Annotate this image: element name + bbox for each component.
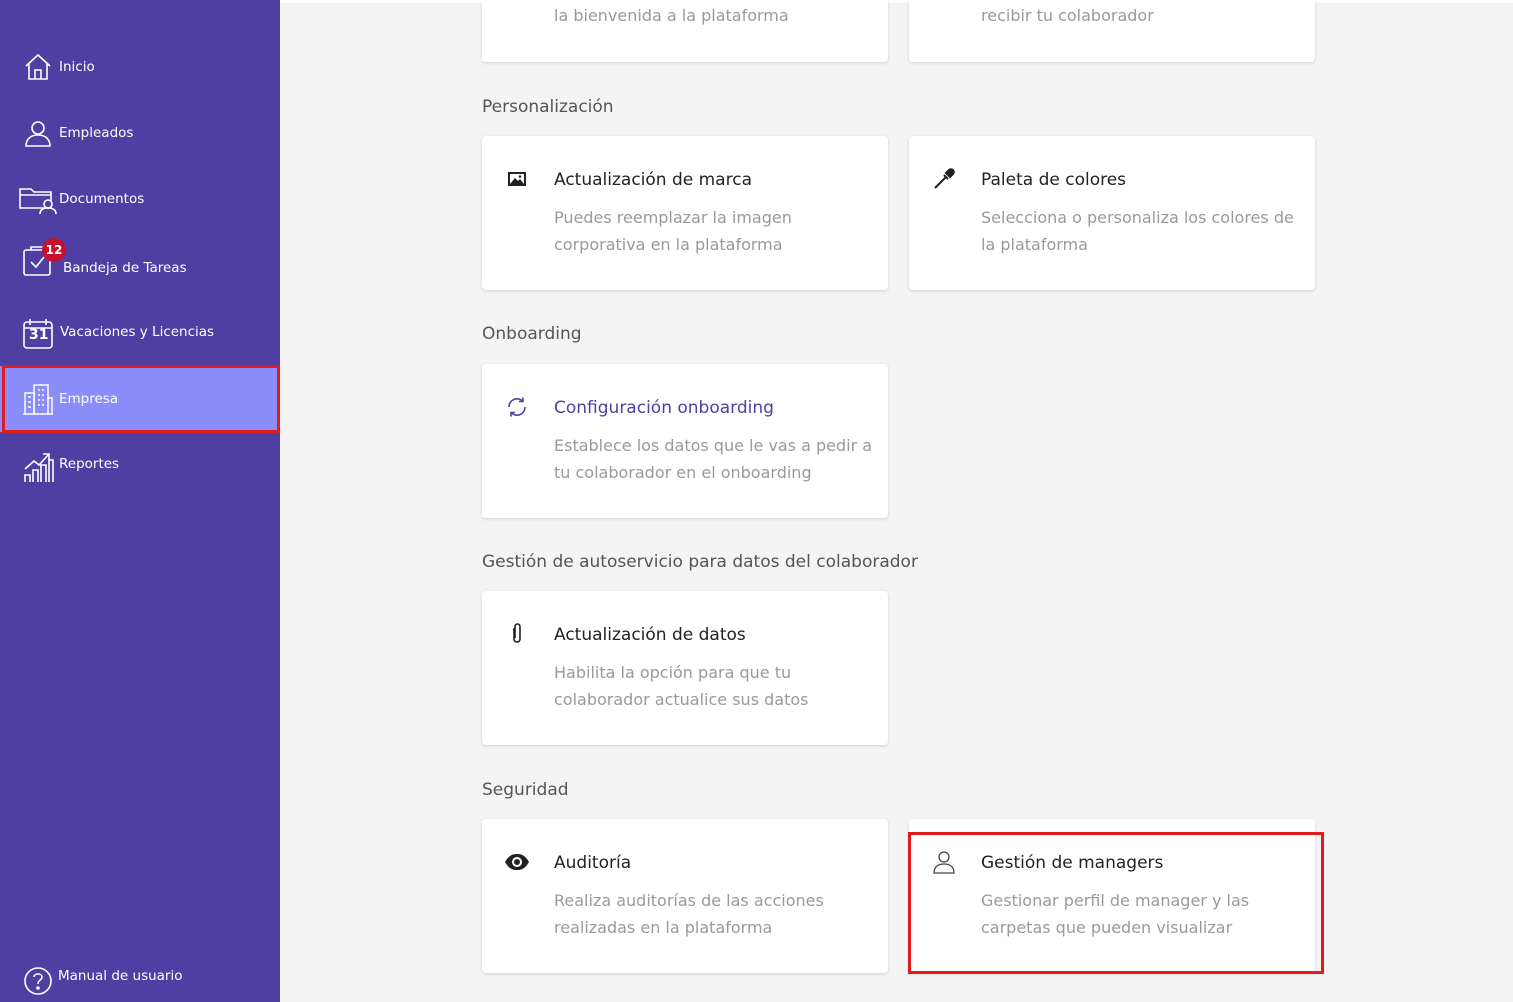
card-title: Configuración onboarding [554,398,774,418]
top-bar [280,0,1513,3]
card-title: Paleta de colores [981,170,1127,190]
card-description: Puedes reemplazar la imagen corporativa … [554,208,792,254]
eyedropper-icon [931,166,957,192]
sidebar-item-label: Reportes [59,456,120,472]
card-description: Establece los datos que le vas a pedir a… [554,436,873,482]
task-count-badge: 12 [42,238,66,262]
eye-icon [504,849,530,875]
card-title: Auditoría [554,853,632,873]
card-title: Actualización de datos [554,625,746,645]
sidebar-item-empleados[interactable]: Empleados [0,100,280,166]
card-collaborator[interactable]: recibir tu colaborador [909,0,1315,62]
sidebar-item-documentos[interactable]: Documentos [0,166,280,232]
card-description: Gestionar perfil de manager y las carpet… [981,891,1250,937]
sidebar-item-label: Bandeja de Tareas [63,260,187,276]
sidebar-item-vacaciones-y-licencias[interactable]: 31 Vacaciones y Licencias [0,299,280,365]
sidebar: Inicio Empleados Documentos Bandeja de T… [0,0,280,1002]
card-paleta-de-colores[interactable]: Paleta de colores Selecciona o personali… [909,136,1315,290]
card-description: la bienvenida a la plataforma [554,6,789,25]
refresh-icon [504,394,530,420]
paperclip-icon [504,621,530,647]
sidebar-item-empresa[interactable]: Empresa [0,366,280,432]
sidebar-item-label: Manual de usuario [58,968,183,984]
sidebar-item-manual-de-usuario[interactable]: Manual de usuario [0,943,280,1002]
card-description: Selecciona o personaliza los colores de … [981,208,1294,254]
help-circle-icon [22,965,54,997]
section-title-seguridad: Seguridad [482,780,569,800]
sidebar-item-label: Empleados [59,125,134,141]
card-auditoria[interactable]: Auditoría Realiza auditorías de las acci… [482,819,888,973]
sidebar-item-label: Documentos [59,191,145,207]
card-description: Realiza auditorías de las acciones reali… [554,891,824,937]
home-icon [22,51,54,83]
card-description: Habilita la opción para que tu colaborad… [554,663,809,709]
section-title-onboarding: Onboarding [482,324,582,344]
card-configuracion-onboarding[interactable]: Configuración onboarding Establece los d… [482,364,888,518]
building-icon [22,383,54,415]
card-title: Gestión de managers [981,853,1164,873]
sidebar-item-label: Inicio [59,59,95,75]
card-welcome[interactable]: la bienvenida a la plataforma [482,0,888,62]
sidebar-item-inicio[interactable]: Inicio [0,34,280,100]
sidebar-item-label: Empresa [59,391,119,407]
card-actualizacion-de-datos[interactable]: Actualización de datos Habilita la opció… [482,591,888,745]
section-title-personalizacion: Personalización [482,97,614,117]
sidebar-item-label: Vacaciones y Licencias [60,324,215,340]
sidebar-item-reportes[interactable]: Reportes [0,431,280,497]
card-title: Actualización de marca [554,170,752,190]
section-title-autoservicio: Gestión de autoservicio para datos del c… [482,552,918,572]
person-outline-icon [931,849,957,875]
folder-user-icon [18,183,58,215]
user-icon [22,117,54,149]
calendar-day-label: 31 [29,327,49,343]
card-actualizacion-de-marca[interactable]: Actualización de marca Puedes reemplazar… [482,136,888,290]
card-description: recibir tu colaborador [981,6,1154,25]
card-gestion-de-managers[interactable]: Gestión de managers Gestionar perfil de … [909,819,1315,973]
chart-growth-icon [22,451,54,483]
image-icon [504,166,530,192]
